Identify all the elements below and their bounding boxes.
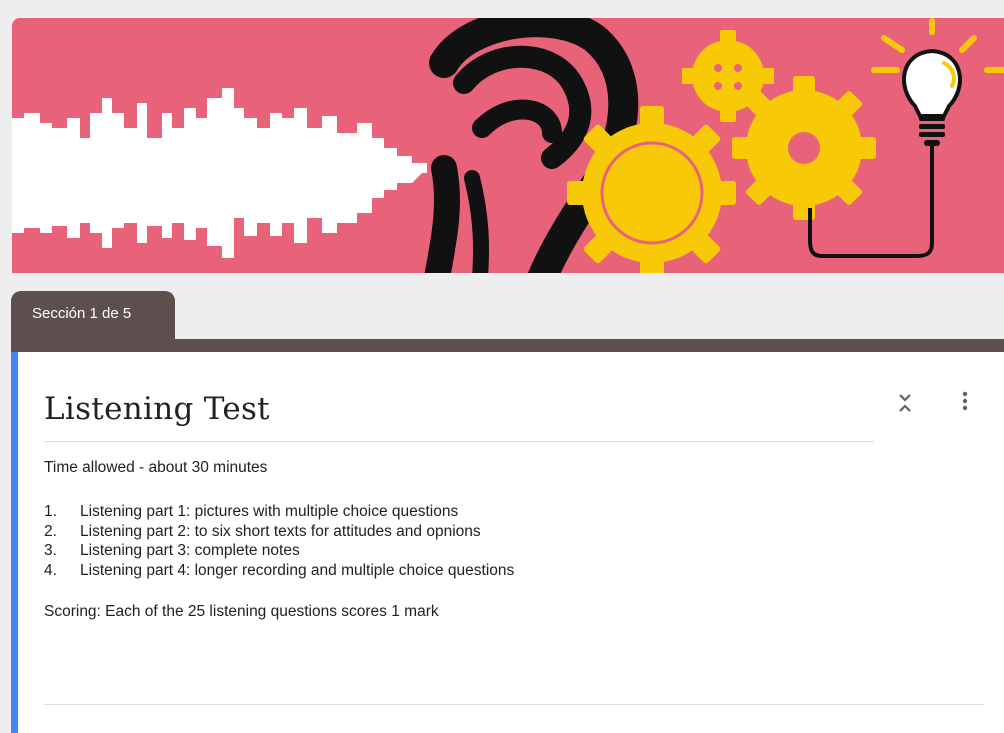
list-item: 4. Listening part 4: longer recording an… — [44, 561, 514, 581]
more-options-button[interactable] — [953, 387, 977, 415]
description-divider — [44, 704, 984, 705]
form-title[interactable]: Listening Test — [44, 391, 270, 427]
header-banner-image — [12, 18, 1004, 273]
list-item-text: Listening part 3: complete notes — [80, 542, 300, 559]
collapse-section-button[interactable] — [891, 389, 919, 417]
list-item: 1. Listening part 1: pictures with multi… — [44, 502, 514, 522]
list-item-text: Listening part 2: to six short texts for… — [80, 522, 481, 540]
form-description[interactable]: Time allowed - about 30 minutes 1. Liste… — [44, 458, 514, 622]
time-allowed-text: Time allowed - about 30 minutes — [44, 459, 268, 476]
scoring-text: Scoring: Each of the 25 listening questi… — [44, 603, 439, 620]
list-item-number: 1. — [44, 503, 57, 520]
list-item-number: 4. — [44, 561, 57, 579]
section-tab[interactable]: Sección 1 de 5 — [11, 291, 175, 339]
collapse-icon — [899, 394, 911, 412]
list-item-text: Listening part 4: longer recording and m… — [80, 561, 515, 579]
card-theme-bar — [11, 339, 1004, 352]
form-header-card: Listening Test Time allowed - about 30 m… — [11, 339, 1004, 733]
listening-parts-list: 1. Listening part 1: pictures with multi… — [44, 502, 514, 580]
section-tab-label: Sección 1 de 5 — [32, 305, 132, 322]
more-vert-icon — [962, 391, 968, 411]
title-underline — [44, 441, 874, 442]
active-card-indicator — [11, 352, 18, 733]
list-item-number: 2. — [44, 522, 57, 540]
list-item: 2. Listening part 2: to six short texts … — [44, 522, 514, 542]
list-item-number: 3. — [44, 542, 57, 559]
list-item: 3. Listening part 3: complete notes — [44, 541, 514, 561]
list-item-text: Listening part 1: pictures with multiple… — [80, 503, 459, 520]
